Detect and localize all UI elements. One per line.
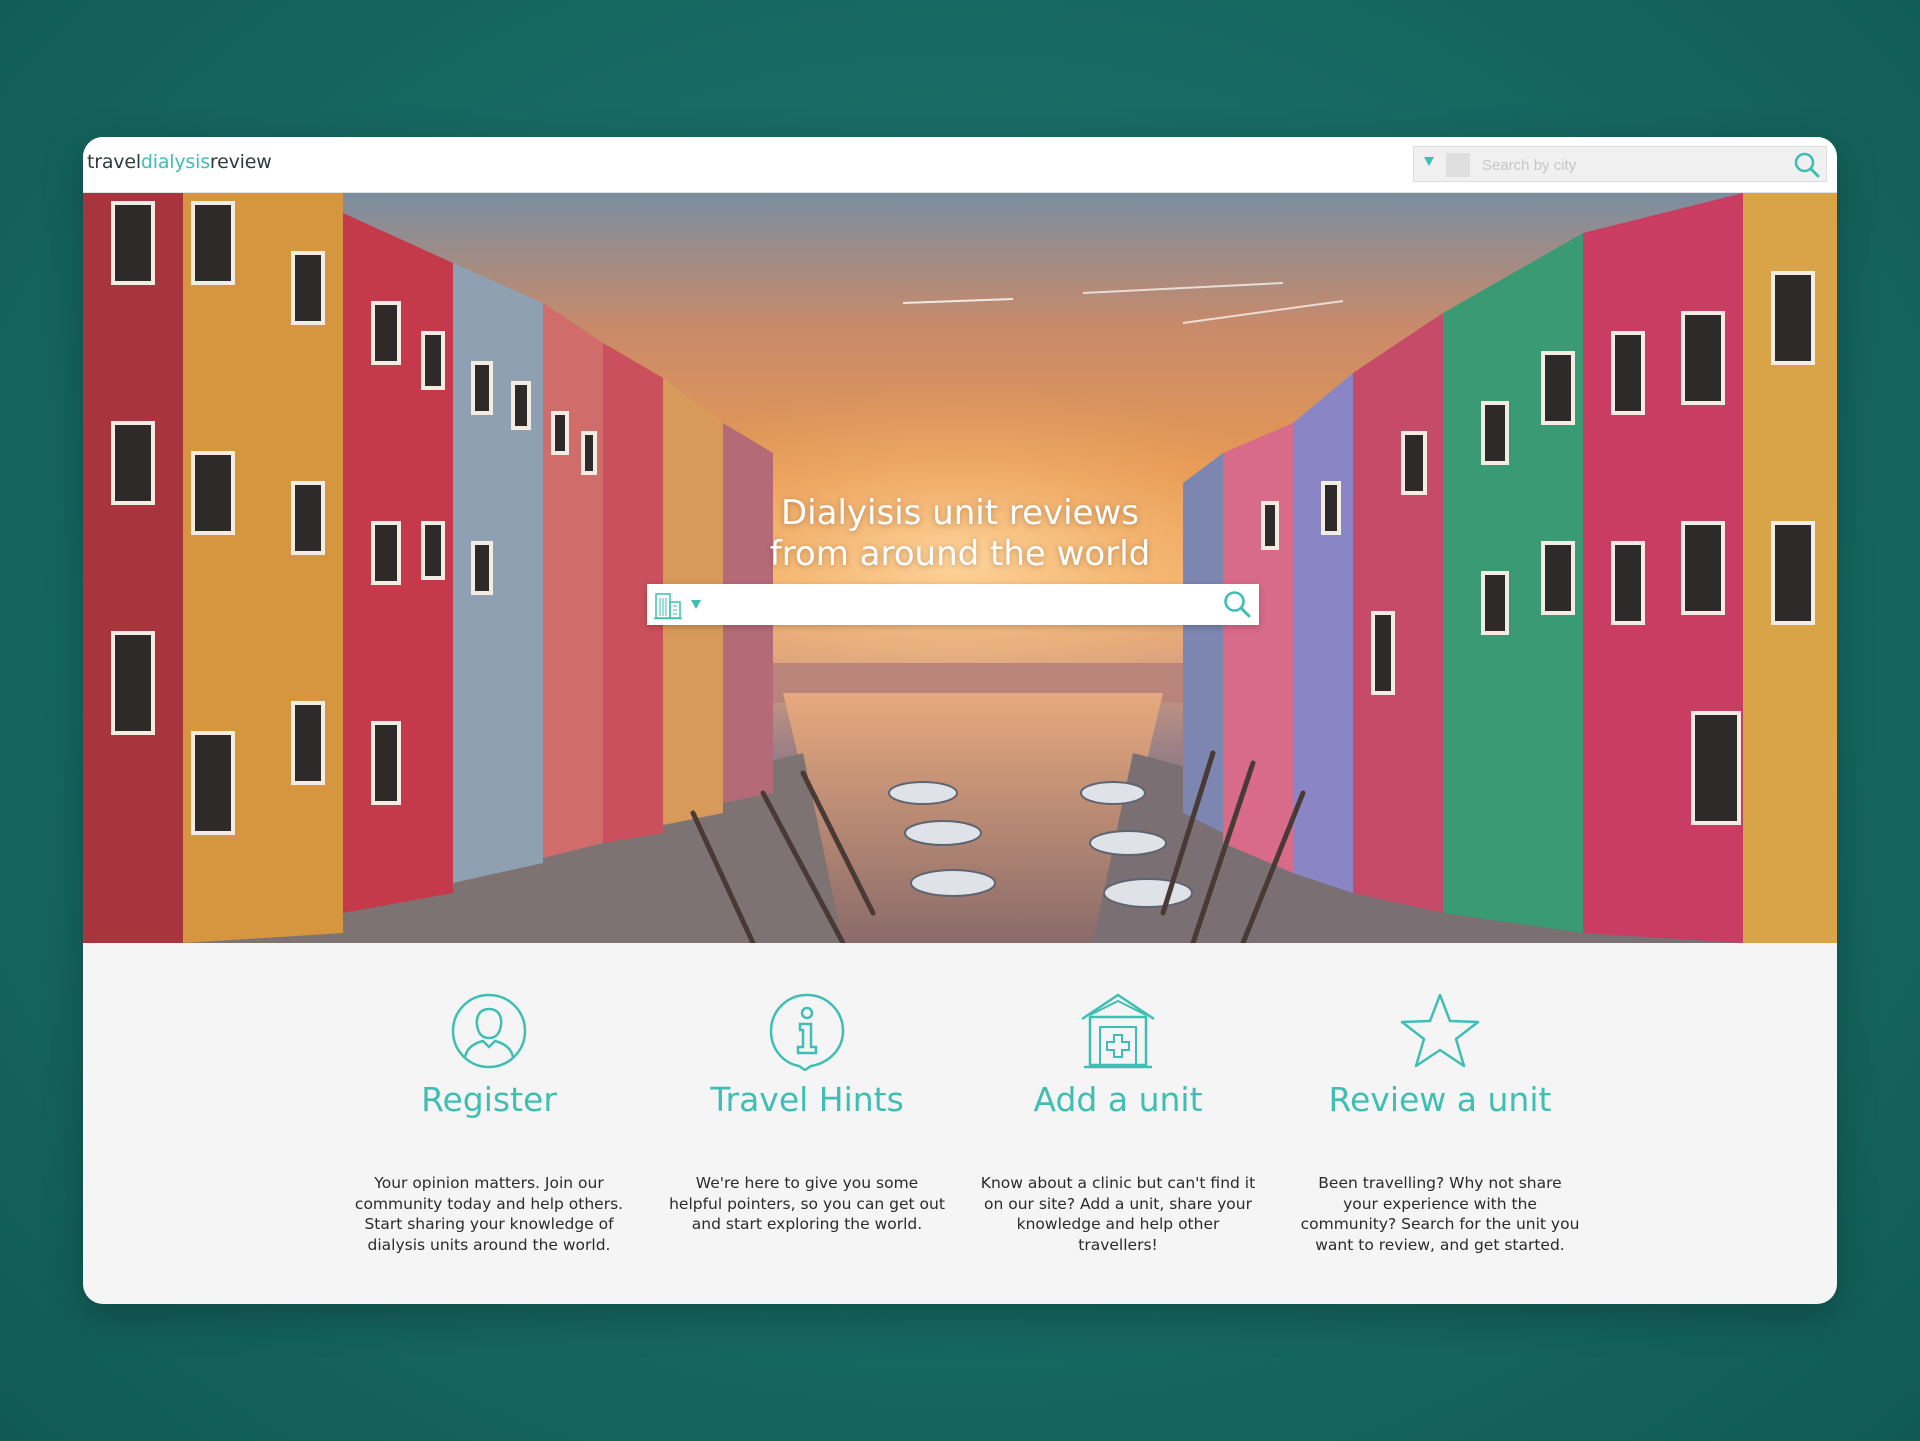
search-type-dropdown-arrow-icon[interactable] — [691, 600, 701, 609]
search-icon[interactable] — [1792, 150, 1822, 180]
search-type-selector[interactable] — [1446, 153, 1470, 177]
user-icon — [451, 993, 527, 1069]
feature-travel-hints-description: We're here to give you some helpful poin… — [669, 1174, 945, 1233]
clinic-icon — [1081, 993, 1155, 1069]
search-icon[interactable] — [1221, 588, 1253, 620]
feature-review-unit-title[interactable]: Review a unit — [1290, 1080, 1590, 1119]
top-navigation-bar: traveldialysisreview — [83, 137, 1837, 193]
logo-text-travel: travel — [87, 151, 141, 173]
hero-heading-line-2: from around the world — [769, 534, 1151, 574]
feature-add-unit-title[interactable]: Add a unit — [968, 1080, 1268, 1119]
hero-banner: Dialyisis unit reviews from around the w… — [83, 193, 1837, 943]
site-logo[interactable]: traveldialysisreview — [87, 151, 272, 173]
feature-register-title[interactable]: Register — [339, 1080, 639, 1119]
feature-review-unit-description: Been travelling? Why not share your expe… — [1300, 1174, 1580, 1254]
star-icon — [1400, 993, 1480, 1068]
hero-search-bar — [647, 584, 1259, 625]
hero-heading-line-1: Dialyisis unit reviews — [781, 493, 1139, 533]
hero-heading: Dialyisis unit reviews from around the w… — [83, 493, 1837, 575]
feature-register-description: Your opinion matters. Join our community… — [354, 1174, 624, 1254]
feature-add-unit-description: Know about a clinic but can't find it on… — [980, 1174, 1256, 1254]
header-search-bar — [1413, 146, 1827, 182]
building-icon[interactable] — [653, 588, 683, 620]
browser-window: traveldialysisreview Search by city Dial… — [83, 137, 1837, 1304]
info-icon — [769, 993, 845, 1071]
header-search-input[interactable] — [1480, 151, 1774, 179]
search-type-dropdown-arrow-icon[interactable] — [1424, 157, 1434, 166]
hero-search-input[interactable] — [709, 590, 1193, 620]
features-section: Register Your opinion matters. Join our … — [83, 943, 1837, 1304]
logo-text-dialysis: dialysis — [140, 151, 210, 173]
feature-travel-hints-title[interactable]: Travel Hints — [657, 1080, 957, 1119]
logo-text-review: review — [209, 151, 272, 173]
